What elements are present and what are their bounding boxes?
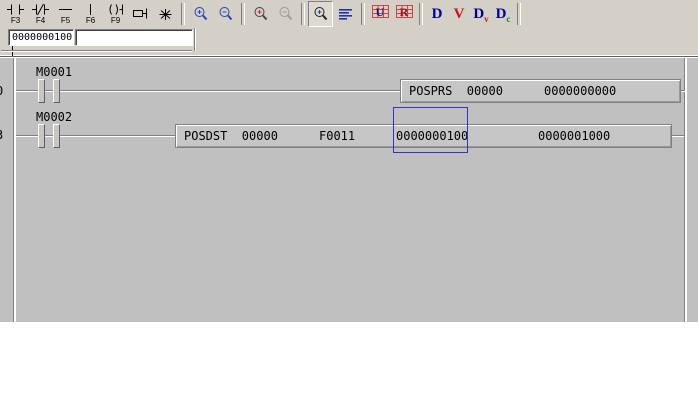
toolbar-separator xyxy=(361,3,365,25)
zoom-out-disabled-button xyxy=(273,1,298,27)
open-contact-button[interactable]: F3 xyxy=(3,1,28,27)
wire-segment xyxy=(45,90,53,92)
vertical-line-button[interactable]: F6 xyxy=(78,1,103,27)
branch-star-button[interactable] xyxy=(153,1,178,27)
device-comment-label: D xyxy=(496,6,507,23)
contact-bar-right[interactable] xyxy=(53,79,60,103)
horizontal-line-icon xyxy=(57,3,74,16)
function-block-icon xyxy=(132,7,150,20)
zoom-out-disabled-icon xyxy=(278,6,294,22)
operand-input-bar: 0000000100 xyxy=(0,28,698,56)
variable-mode-label: V xyxy=(454,6,465,23)
zoom-in-red-button[interactable] xyxy=(248,1,273,27)
zoom-tool-toggle-button[interactable] xyxy=(308,1,333,27)
device-comment-sub: c xyxy=(506,14,510,24)
contact-operand-label: M0002 xyxy=(36,110,72,124)
closed-contact-icon xyxy=(32,3,49,16)
panel-bottom-edge xyxy=(1,50,192,52)
wire-segment xyxy=(45,135,53,137)
block-instruction-text: POSPRS 00000 xyxy=(409,84,503,98)
contact-bar-right[interactable] xyxy=(53,124,60,148)
zoom-out-blue-button[interactable] xyxy=(213,1,238,27)
block-operand-text: 0000001000 xyxy=(538,129,610,143)
block-operand-text: 0000000000 xyxy=(544,84,616,98)
zoom-out-icon xyxy=(218,6,234,22)
zoom-in-blue-button[interactable] xyxy=(188,1,213,27)
wire-segment xyxy=(16,90,38,92)
operand-value-input[interactable]: 0000000100 xyxy=(8,29,74,46)
function-block-posprs[interactable]: POSPRS 00000 0000000000 xyxy=(400,79,681,103)
vertical-line-key: F6 xyxy=(86,17,95,25)
cell-selection-cursor xyxy=(393,107,468,153)
left-power-rail xyxy=(13,58,16,322)
toolbar-separator xyxy=(419,3,423,25)
device-variable-sub: v xyxy=(484,14,489,24)
reference-letter: R xyxy=(392,5,416,19)
used-device-letter: U xyxy=(368,5,392,19)
wire-segment xyxy=(681,90,685,92)
rung-step-number: 3 xyxy=(0,128,3,142)
horizontal-line-key: F5 xyxy=(61,17,70,25)
contact-operand-label: M0001 xyxy=(36,65,72,79)
vertical-line-icon xyxy=(82,3,99,16)
horizontal-line-button[interactable]: F5 xyxy=(53,1,78,27)
device-variable-mode-button[interactable]: Dv xyxy=(470,2,492,26)
variable-mode-button[interactable]: V xyxy=(448,2,470,26)
toolbar-separator xyxy=(301,3,305,25)
closed-contact-button[interactable]: F4 xyxy=(28,1,53,27)
rung-step-number: 0 xyxy=(0,84,3,98)
device-variable-label: D xyxy=(473,6,484,23)
function-block-button[interactable] xyxy=(128,1,153,27)
zoom-tool-icon xyxy=(313,6,329,22)
plc-ladder-editor-window: F3 F4 F5 F6 xyxy=(0,0,698,400)
list-lines-icon xyxy=(338,7,354,21)
contact-bar-left[interactable] xyxy=(38,79,45,103)
wire-segment xyxy=(16,135,38,137)
device-mode-button[interactable]: D xyxy=(426,2,448,26)
panel-right-edge xyxy=(194,28,196,51)
toolbar: F3 F4 F5 F6 xyxy=(0,0,698,57)
instruction-list-view-button[interactable] xyxy=(333,1,358,27)
open-contact-key: F3 xyxy=(11,17,20,25)
used-device-table-button[interactable]: U xyxy=(368,2,392,26)
contact-bar-left[interactable] xyxy=(38,124,45,148)
zoom-in-icon xyxy=(193,6,209,22)
zoom-in-red-icon xyxy=(253,6,269,22)
block-instruction-text: POSDST 00000 xyxy=(184,129,278,143)
closed-contact-key: F4 xyxy=(36,17,45,25)
operand-secondary-input[interactable] xyxy=(75,29,193,46)
open-contact-icon xyxy=(7,3,24,16)
toolbar-row-symbols: F3 F4 F5 F6 xyxy=(0,0,698,28)
block-param-text: F0011 xyxy=(319,129,355,143)
coil-key: F9 xyxy=(111,17,120,25)
toolbar-separator xyxy=(181,3,185,25)
device-comment-mode-button[interactable]: Dc xyxy=(492,2,514,26)
toolbar-separator xyxy=(241,3,245,25)
wire-segment xyxy=(672,135,684,137)
toolbar-separator xyxy=(517,3,521,25)
device-mode-label: D xyxy=(432,6,443,23)
right-power-rail xyxy=(684,58,687,322)
coil-button[interactable]: F9 xyxy=(103,1,128,27)
operand-value-text: 0000000100 xyxy=(12,32,72,43)
asterisk-icon xyxy=(158,8,173,21)
wire-segment xyxy=(60,90,400,92)
empty-bottom-area xyxy=(0,322,698,400)
ladder-edit-area[interactable]: 0 3 M0001 POSPRS 00000 0000000000 M0002 … xyxy=(0,58,698,322)
wire-segment xyxy=(60,135,175,137)
reference-table-button[interactable]: R xyxy=(392,2,416,26)
coil-icon xyxy=(107,3,125,16)
